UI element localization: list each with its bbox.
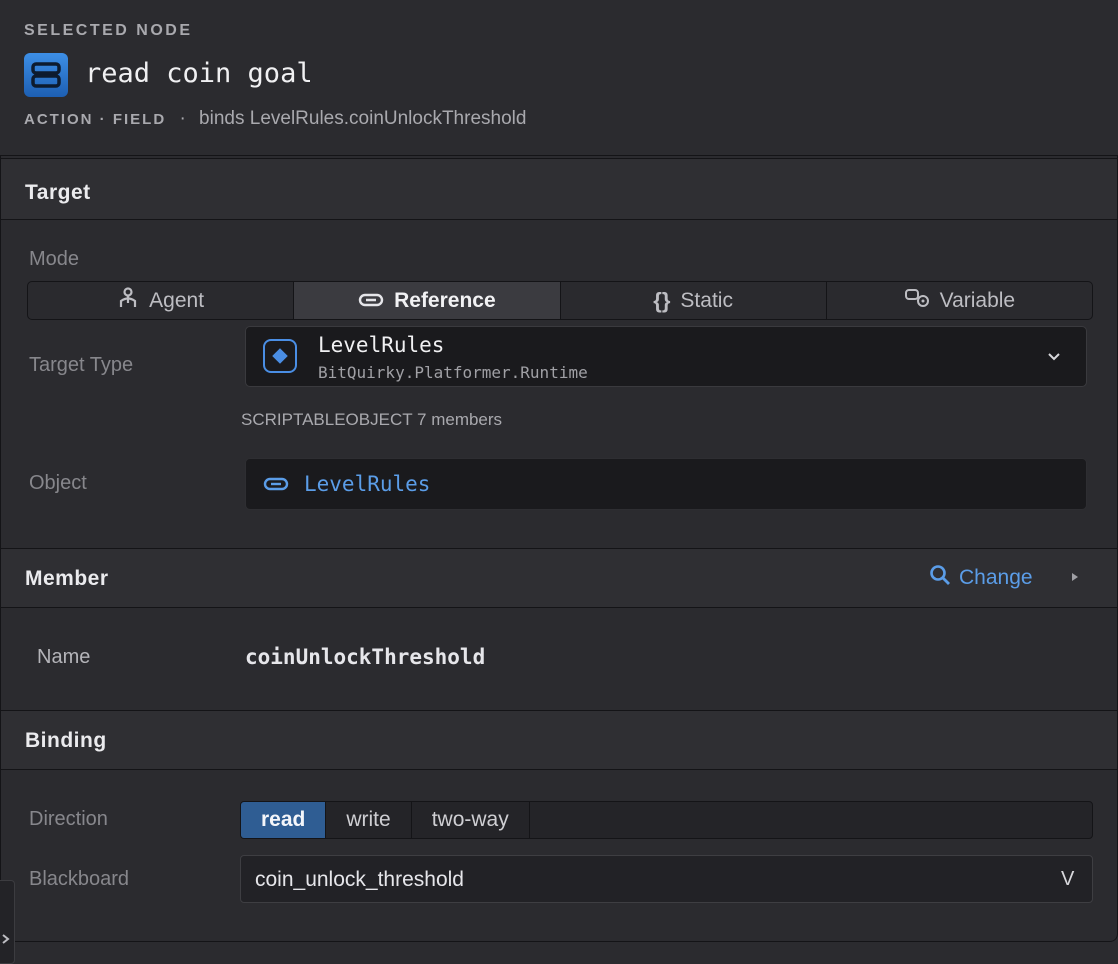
change-member-button[interactable]: Change — [929, 564, 1033, 592]
node-subtitle: ACTION · FIELD · binds LevelRules.coinUn… — [24, 108, 526, 130]
direction-two-way[interactable]: two-way — [412, 802, 530, 838]
mode-static[interactable]: {} Static — [561, 282, 827, 319]
target-type-meta: SCRIPTABLEOBJECT 7 members — [241, 410, 503, 429]
object-field[interactable]: LevelRules — [245, 458, 1087, 510]
mode-variable[interactable]: Variable — [827, 282, 1092, 319]
braces-icon: {} — [653, 287, 671, 313]
direction-read[interactable]: read — [241, 802, 327, 838]
node-type-icon — [24, 53, 68, 97]
blackboard-chevron-icon: V — [1061, 868, 1075, 890]
object-label: Object — [29, 472, 87, 494]
mode-variable-label: Variable — [939, 288, 1016, 312]
mode-agent-label: Agent — [149, 288, 205, 312]
inspector-panel: Target Mode Agent Reference {} Static Va… — [0, 155, 1118, 942]
binding-section-header[interactable]: Binding — [1, 710, 1117, 770]
variable-icon — [904, 288, 930, 314]
direction-label: Direction — [29, 808, 108, 830]
node-kind: ACTION · FIELD — [24, 111, 167, 128]
node-binds: binds LevelRules.coinUnlockThreshold — [199, 108, 527, 129]
member-name-label: Name — [37, 646, 91, 668]
link-icon — [358, 289, 384, 313]
search-icon — [929, 564, 951, 592]
expand-arrow-icon[interactable] — [1072, 573, 1078, 581]
link-icon — [263, 477, 289, 496]
mode-static-label: Static — [680, 288, 733, 312]
scriptable-object-icon — [263, 339, 297, 373]
direction-write[interactable]: write — [326, 802, 412, 838]
direction-selector: read write two-way — [240, 801, 1093, 839]
agent-icon — [117, 286, 139, 315]
object-value: LevelRules — [304, 472, 431, 496]
dock-tab[interactable] — [0, 880, 15, 964]
target-type-namespace: BitQuirky.Platformer.Runtime — [318, 363, 588, 382]
mode-selector: Agent Reference {} Static Variable — [27, 281, 1093, 320]
binding-section-title: Binding — [25, 729, 107, 752]
chevron-right-icon — [2, 934, 10, 944]
blackboard-dropdown[interactable]: coin_unlock_threshold V — [240, 855, 1093, 903]
mode-agent[interactable]: Agent — [28, 282, 295, 319]
mode-reference-label: Reference — [394, 288, 496, 312]
target-type-name: LevelRules — [318, 333, 445, 357]
target-type-dropdown[interactable]: LevelRules BitQuirky.Platformer.Runtime — [245, 326, 1087, 387]
node-title: read coin goal — [85, 58, 313, 89]
chevron-down-icon — [1047, 349, 1061, 367]
member-section-title: Member — [25, 567, 109, 590]
change-label: Change — [959, 566, 1033, 589]
selected-node-label: SELECTED NODE — [24, 22, 193, 39]
target-type-label: Target Type — [29, 354, 134, 376]
direction-bar-fill — [530, 802, 1092, 838]
target-section-header[interactable]: Target — [1, 158, 1117, 220]
mode-reference[interactable]: Reference — [294, 282, 561, 319]
separator: · — [179, 108, 186, 129]
target-section-title: Target — [25, 181, 91, 204]
mode-label: Mode — [29, 248, 80, 270]
member-name-value: coinUnlockThreshold — [245, 645, 486, 669]
blackboard-value: coin_unlock_threshold — [255, 868, 464, 891]
blackboard-label: Blackboard — [29, 868, 130, 890]
